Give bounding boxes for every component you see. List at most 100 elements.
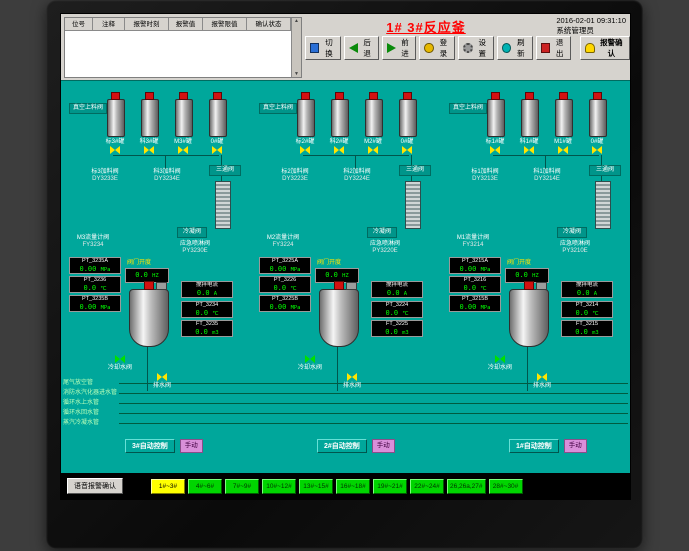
feed-tank[interactable] bbox=[487, 99, 505, 137]
toolbar-button-refresh[interactable]: 刷新 bbox=[497, 36, 533, 60]
voice-alarm-ack-button[interactable]: 语音报警确认 bbox=[67, 478, 123, 494]
valve-icon[interactable] bbox=[110, 146, 120, 154]
feed-tank[interactable] bbox=[521, 99, 539, 137]
feed-tank[interactable] bbox=[555, 99, 573, 137]
forward-icon bbox=[387, 43, 396, 53]
toolbar-button-forward[interactable]: 前进 bbox=[382, 36, 417, 60]
feed-tank[interactable] bbox=[209, 99, 227, 137]
valve-icon[interactable] bbox=[368, 146, 378, 154]
drain-valve-icon[interactable] bbox=[157, 373, 167, 381]
manual-mode-badge[interactable]: 手动 bbox=[180, 439, 203, 453]
feed-tank[interactable] bbox=[399, 99, 417, 137]
opening-unit: HZ bbox=[342, 273, 349, 279]
instrument-tag: PT_3215B bbox=[450, 296, 500, 303]
toolbar-button-login[interactable]: 登录 bbox=[419, 36, 455, 60]
auto-control-button[interactable]: 1#自动控制 bbox=[509, 439, 559, 453]
reactor-group-1: 真空上料阀 标1#罐 科1#罐 M1#罐 0#罐 标1加料阀 DY3213E 科… bbox=[449, 85, 630, 435]
feed-valve-name: 科2加料阀 bbox=[327, 169, 387, 176]
feed-valve-tag: DY3213E bbox=[455, 176, 515, 183]
feed-tank[interactable] bbox=[107, 99, 125, 137]
opening-value: 0.0 bbox=[515, 271, 528, 279]
vacuum-feed-valve-label: 真空上料阀 bbox=[449, 103, 487, 114]
feed-tank[interactable] bbox=[589, 99, 607, 137]
instrument-tag: PT_3215A bbox=[450, 258, 500, 265]
alarm-ack-button[interactable]: 报警确认 bbox=[580, 36, 630, 60]
alarm-ack-label: 报警确认 bbox=[598, 37, 625, 59]
reactor-vessel[interactable] bbox=[319, 289, 359, 347]
valve-opening-label: 阀门开度 bbox=[507, 260, 531, 266]
drain-valve-label: 排水阀 bbox=[135, 383, 189, 390]
reactor-vessel[interactable] bbox=[129, 289, 169, 347]
page-button-10[interactable]: 28#~30# bbox=[489, 479, 523, 494]
instrument-box: PT_3235B 0.00 MPa bbox=[69, 295, 121, 312]
feed-valve-label: 科3加料阀 DY3234E bbox=[137, 169, 197, 183]
page-button-1[interactable]: 1#~3# bbox=[151, 479, 185, 494]
valve-icon[interactable] bbox=[524, 146, 534, 154]
valve-icon[interactable] bbox=[592, 146, 602, 154]
feed-valve-name: 标2加料阀 bbox=[265, 169, 325, 176]
instrument-value: 0.0 bbox=[273, 284, 286, 292]
tank-label: 标2#罐 bbox=[288, 139, 322, 145]
valve-icon[interactable] bbox=[490, 146, 500, 154]
page-button-4[interactable]: 10#~12# bbox=[262, 479, 296, 494]
pipe bbox=[545, 155, 546, 169]
page-button-7[interactable]: 19#~21# bbox=[373, 479, 407, 494]
page-button-9[interactable]: 26,26a,27# bbox=[447, 479, 486, 494]
instrument-unit: MPa bbox=[481, 267, 491, 273]
device-bezel: 位号注释报警时刻报警值报警限值确认状态 ▲ ▼ 1# 3#反应釜 2016-02… bbox=[46, 0, 643, 549]
flow-valve-tag: FY3224 bbox=[259, 242, 307, 249]
page-button-2[interactable]: 4#~6# bbox=[188, 479, 222, 494]
alarm-column-header: 注释 bbox=[93, 18, 125, 31]
instrument-box: PT_3234 0.0 ℃ bbox=[181, 301, 233, 318]
opening-value: 0.0 bbox=[135, 271, 148, 279]
valve-icon[interactable] bbox=[558, 146, 568, 154]
valve-icon[interactable] bbox=[300, 146, 310, 154]
flow-valve-name: M2流量计阀 bbox=[259, 235, 307, 242]
toolbar-button-exit[interactable]: 退出 bbox=[536, 36, 572, 60]
auto-control-button[interactable]: 3#自动控制 bbox=[125, 439, 175, 453]
alarm-scrollbar[interactable]: ▲ ▼ bbox=[291, 18, 301, 77]
drain-valve-icon[interactable] bbox=[537, 373, 547, 381]
manual-mode-badge[interactable]: 手动 bbox=[564, 439, 587, 453]
scroll-up-icon[interactable]: ▲ bbox=[294, 18, 299, 24]
cooling-valve-icon[interactable] bbox=[115, 355, 125, 363]
manual-mode-badge[interactable]: 手动 bbox=[372, 439, 395, 453]
auto-control-button[interactable]: 2#自动控制 bbox=[317, 439, 367, 453]
valve-icon[interactable] bbox=[144, 146, 154, 154]
valve-icon[interactable] bbox=[212, 146, 222, 154]
opening-unit: HZ bbox=[152, 273, 159, 279]
feed-tank[interactable] bbox=[297, 99, 315, 137]
instrument-unit: MPa bbox=[291, 267, 301, 273]
valve-icon[interactable] bbox=[178, 146, 188, 154]
valve-opening-label: 阀门开度 bbox=[317, 260, 341, 266]
page-button-8[interactable]: 22#~24# bbox=[410, 479, 444, 494]
stir-current-value: 0.0 bbox=[197, 289, 210, 297]
page-button-5[interactable]: 13#~15# bbox=[299, 479, 333, 494]
toolbar-button-switch[interactable]: 切换 bbox=[305, 36, 341, 60]
toolbar-button-back[interactable]: 后退 bbox=[344, 36, 379, 60]
instrument-box: PT_3225B 0.00 MPa bbox=[259, 295, 311, 312]
instrument-unit: m3 bbox=[402, 330, 409, 336]
drain-valve-icon[interactable] bbox=[347, 373, 357, 381]
feed-tank[interactable] bbox=[331, 99, 349, 137]
instrument-tag: PT_3235A bbox=[70, 258, 120, 265]
instrument-box: PT_3214 0.0 ℃ bbox=[561, 301, 613, 318]
feed-tank[interactable] bbox=[141, 99, 159, 137]
spray-valve-tag: PY3220E bbox=[361, 248, 409, 255]
alarm-table[interactable]: 位号注释报警时刻报警值报警限值确认状态 ▲ ▼ bbox=[64, 17, 302, 78]
cooling-valve-icon[interactable] bbox=[305, 355, 315, 363]
cooling-valve-icon[interactable] bbox=[495, 355, 505, 363]
reactor-group-3: 真空上料阀 标3#罐 科3#罐 M3#罐 0#罐 标3加料阀 DY3233E 科… bbox=[69, 85, 255, 435]
condenser-column bbox=[215, 181, 231, 229]
scroll-down-icon[interactable]: ▼ bbox=[294, 71, 299, 77]
condense-valve-label: 冷凝阀 bbox=[557, 227, 587, 238]
valve-icon[interactable] bbox=[334, 146, 344, 154]
valve-icon[interactable] bbox=[402, 146, 412, 154]
feed-tank[interactable] bbox=[175, 99, 193, 137]
stir-current-label: 搅拌电流 bbox=[182, 282, 232, 289]
feed-tank[interactable] bbox=[365, 99, 383, 137]
reactor-vessel[interactable] bbox=[509, 289, 549, 347]
toolbar-button-settings[interactable]: 设置 bbox=[458, 36, 494, 60]
page-button-3[interactable]: 7#~9# bbox=[225, 479, 259, 494]
page-button-6[interactable]: 16#~18# bbox=[336, 479, 370, 494]
